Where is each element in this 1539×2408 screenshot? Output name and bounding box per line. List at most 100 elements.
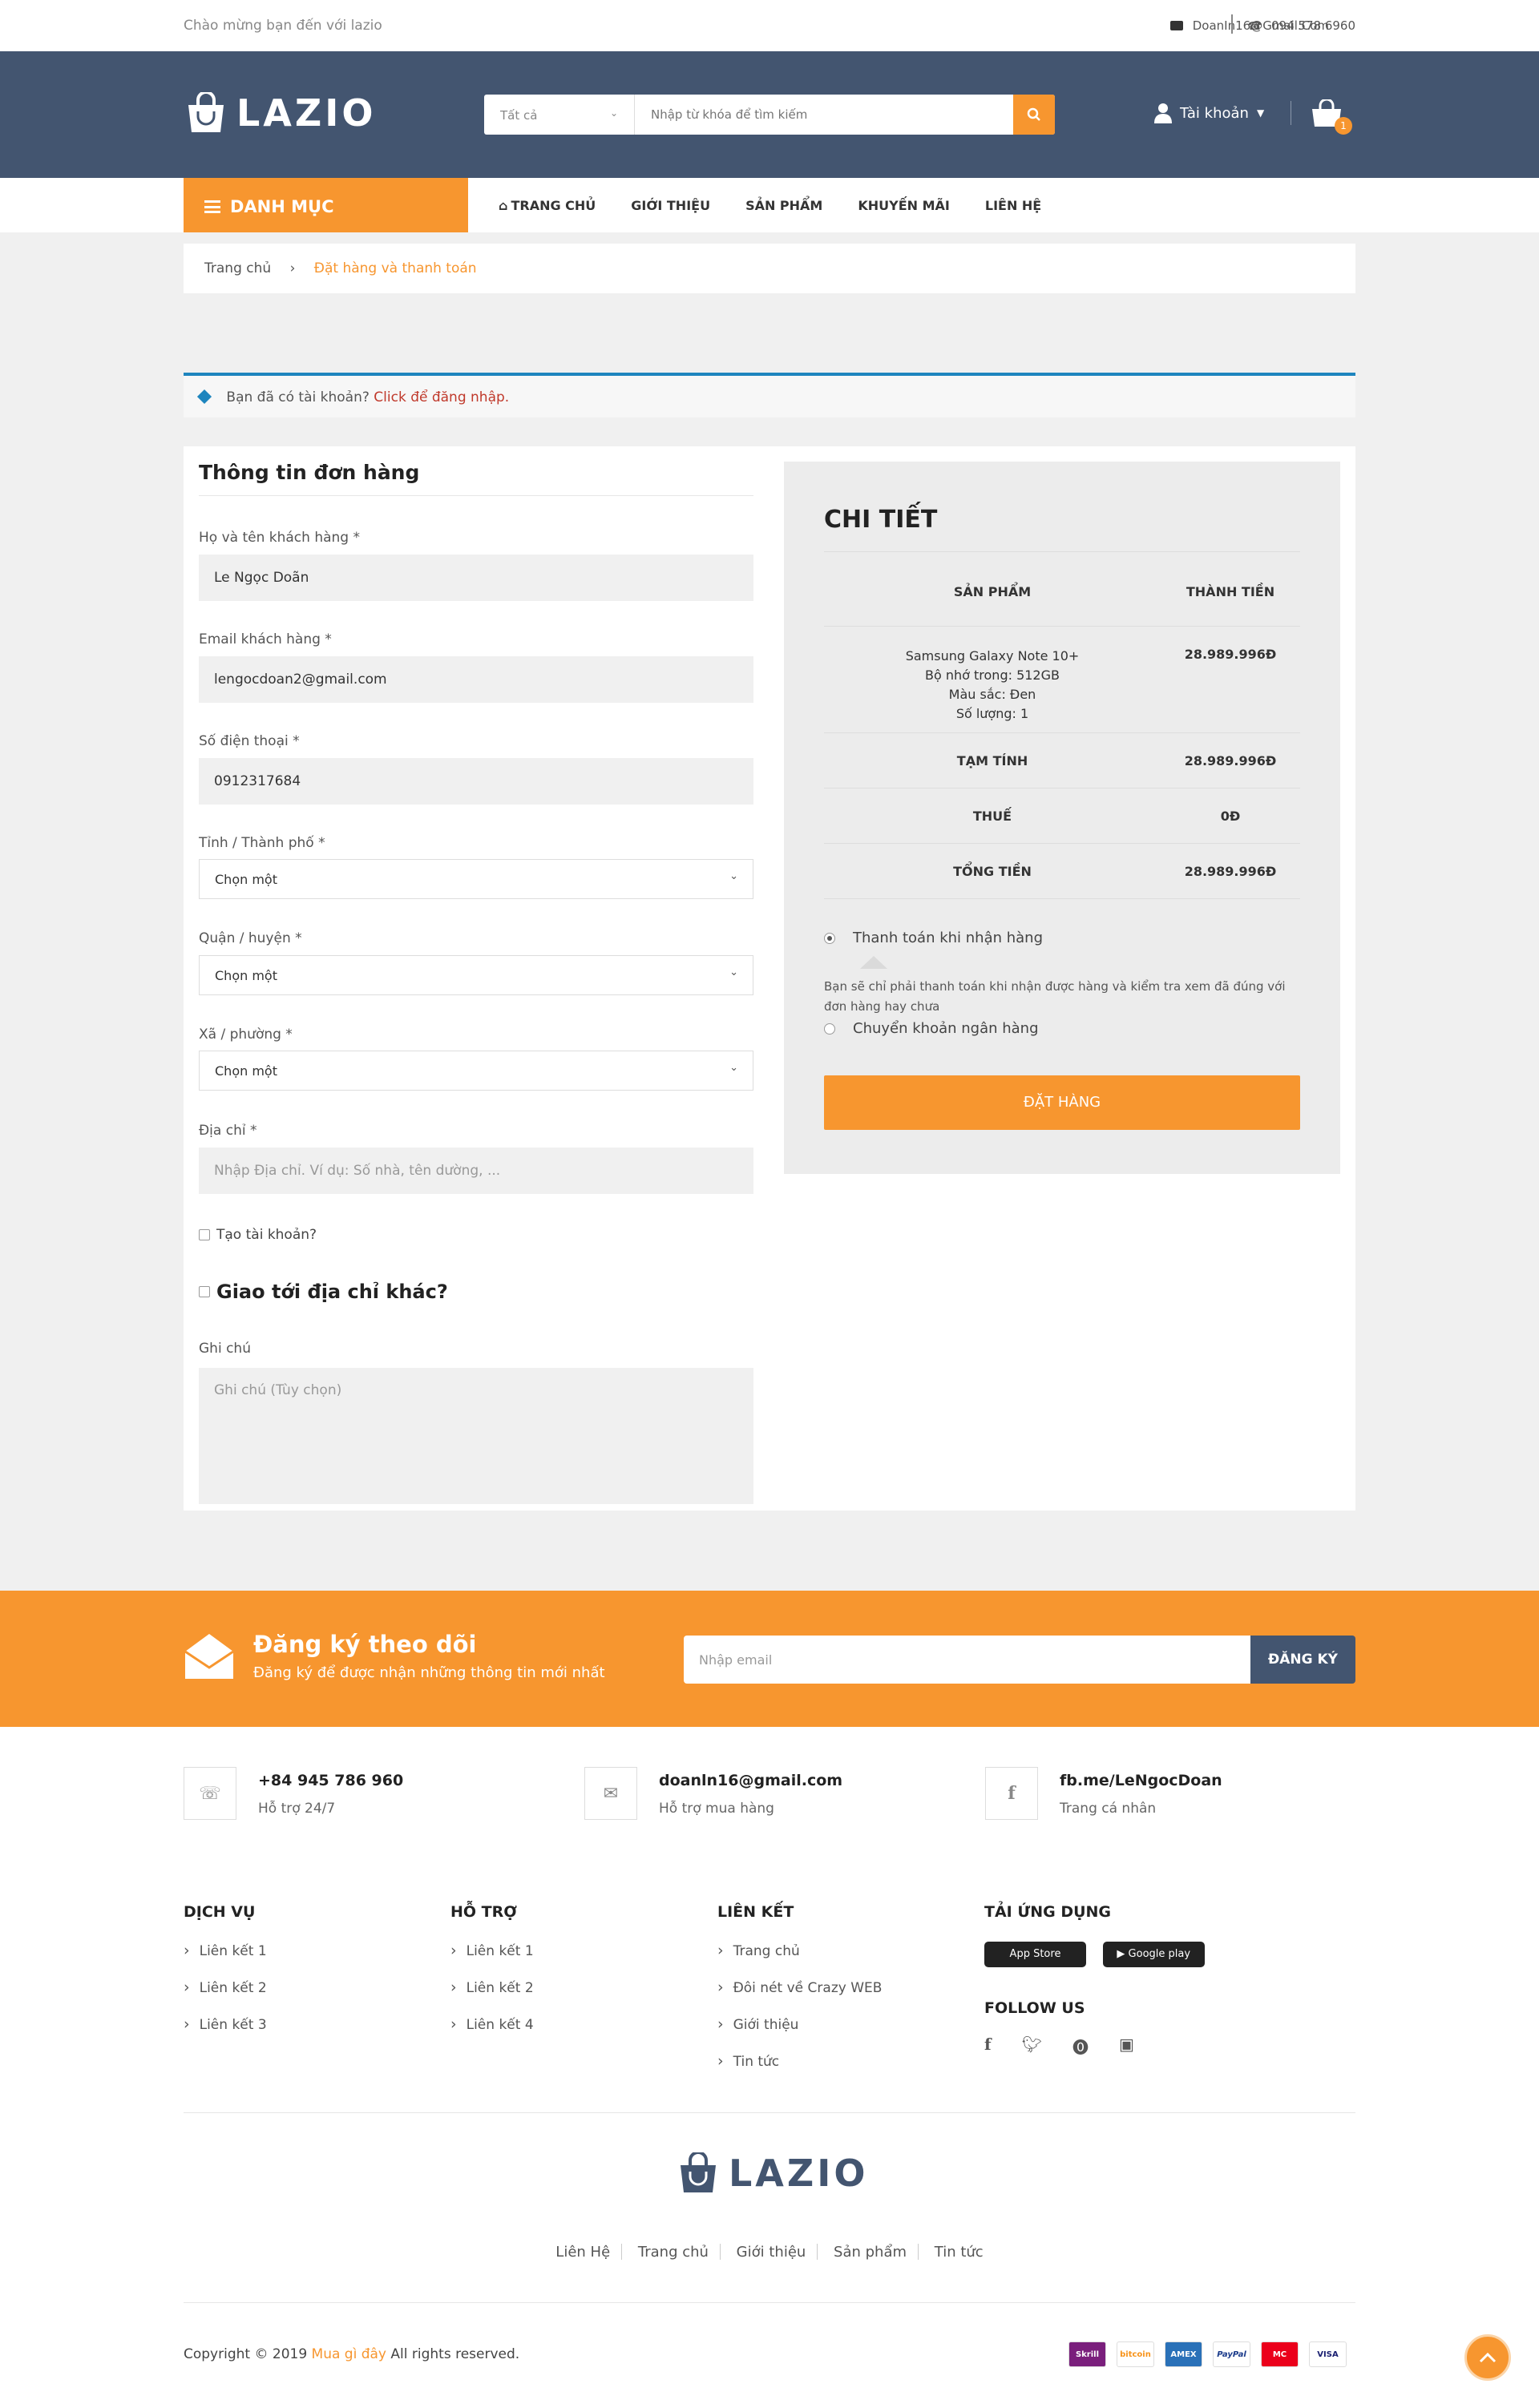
address-field[interactable]: Nhập Địa chỉ. Ví dụ: Số nhà, tên dường, … [199,1148,753,1194]
email-label: Email khách hàng * [199,631,332,647]
footer-col-apps: TẢI ỨNG DỤNG App Store ▶ Google play FOL… [984,1903,1217,2058]
district-label: Quận / huyện * [199,930,302,946]
contact-email: ✉ doanln16@gmail.com Hỗ trợ mua hàng [584,1767,842,1820]
tax-row: THUẾ 0Đ [824,789,1300,844]
footer-bottom-link[interactable]: Tin tức [935,2244,984,2261]
chevron-up-icon [1479,2352,1497,2363]
create-account-checkbox[interactable]: Tạo tài khoản? [199,1227,317,1243]
pinterest-icon[interactable]: ⓿ [1072,2035,1089,2058]
app-store-badge[interactable]: App Store [984,1942,1086,1967]
footer-bottom-links: Liên Hệ Trang chủ Giới thiệu Sản phẩm Ti… [0,2244,1539,2261]
facebook-icon[interactable]: f [984,2035,992,2058]
search-category-select[interactable]: Tất cả ⌄ [484,95,635,135]
main-nav: DANH MỤC ⌂ TRANG CHỦ GIỚI THIỆU SẢN PHẨM … [0,178,1539,232]
newsletter-subscribe-button[interactable]: ĐĂNG KÝ [1250,1636,1355,1684]
footer-link[interactable]: Tin tức [717,2052,882,2070]
youtube-icon[interactable]: ▣ [1119,2035,1134,2058]
follow-us-title: FOLLOW US [984,1999,1085,2017]
cube-icon [196,389,212,405]
search-input[interactable] [635,95,1013,135]
envelope-icon [1169,21,1183,30]
bitcoin-icon: bitcoin [1117,2341,1154,2367]
footer-divider [184,2302,1355,2303]
footer: ☏ +84 945 786 960 Hỗ trợ 24/7 ✉ doanln16@… [0,1727,1539,2408]
contact-phone: ☏ +84 945 786 960 Hỗ trợ 24/7 [184,1767,403,1820]
chevron-down-icon: ⌄ [729,870,738,882]
payment-bank-option[interactable]: Chuyển khoản ngân hàng [824,1020,1039,1037]
ship-other-checkbox[interactable]: Giao tới địa chỉ khác? [199,1281,448,1303]
name-field[interactable]: Le Ngọc Doãn [199,555,753,601]
topbar-phone[interactable]: ☎ 094 578 6960 [1248,18,1355,33]
category-menu-button[interactable]: DANH MỤC [184,178,468,232]
email-field[interactable]: lengocdoan2@gmail.com [199,656,753,703]
form-title: Thông tin đơn hàng [199,461,753,496]
newsletter-email-input[interactable]: Nhập email [684,1636,1251,1684]
ward-select[interactable]: Chọn một ⌄ [199,1051,753,1091]
footer-link[interactable]: Liên kết 1 [184,1942,267,1959]
caret-down-icon: ▼ [1256,107,1265,119]
nav-item-products[interactable]: SẢN PHẨM [745,198,822,213]
breadcrumb: Trang chủ › Đặt hàng và thanh toán [184,244,1355,293]
footer-link[interactable]: Đôi nét về Crazy WEB [717,1978,883,1996]
footer-link[interactable]: Liên kết 2 [450,1978,534,1996]
link-separator [719,2244,721,2260]
nav-item-contact[interactable]: LIÊN HỆ [985,198,1041,213]
link-separator [918,2244,919,2260]
cart-button[interactable]: 1 [1311,98,1352,135]
subtotal-row: TẠM TÍNH 28.989.996Đ [824,733,1300,789]
checkout-main: Thông tin đơn hàng Họ và tên khách hàng … [184,446,1355,1511]
address-label: Địa chỉ * [199,1123,257,1139]
play-icon: ▶ [1117,1948,1129,1960]
city-label: Tỉnh / Thành phố * [199,835,325,851]
total-row: TỔNG TIỀN 28.989.996Đ [824,844,1300,899]
district-select[interactable]: Chọn một ⌄ [199,955,753,995]
paypal-icon: PayPal [1213,2341,1250,2367]
footer-bottom-link[interactable]: Liên Hệ [555,2244,610,2261]
radio-unselected [824,1022,835,1035]
newsletter-title: Đăng ký theo dõi [253,1631,477,1658]
note-label: Ghi chú [199,1341,251,1357]
home-icon: ⌂ [499,197,508,213]
footer-link[interactable]: Liên kết 3 [184,2015,267,2033]
top-bar: Chào mừng bạn đến với lazio DoanIn16@Gma… [0,0,1539,51]
name-label: Họ và tên khách hàng * [199,530,360,546]
login-link[interactable]: Click để đăng nhập. [374,389,509,405]
footer-link[interactable]: Trang chủ [717,1942,882,1959]
copyright: Copyright © 2019 Mua gì đây All rights r… [184,2346,520,2362]
footer-link[interactable]: Liên kết 4 [450,2015,534,2033]
user-icon [1154,103,1172,123]
hamburger-icon [204,200,220,213]
back-to-top-button[interactable] [1464,2334,1511,2381]
payment-cod-option[interactable]: Thanh toán khi nhận hàng [824,930,1043,946]
nav-item-promotions[interactable]: KHUYẾN MÃI [858,198,950,213]
amex-icon: AMEX [1165,2341,1202,2367]
footer-link[interactable]: Liên kết 1 [450,1942,534,1959]
footer-bottom-link[interactable]: Giới thiệu [737,2244,806,2261]
google-play-badge[interactable]: ▶ Google play [1102,1942,1205,1967]
copyright-brand-link[interactable]: Mua gì đây [312,2346,386,2362]
note-textarea[interactable]: Ghi chú (Tùy chọn) [199,1368,753,1504]
breadcrumb-home[interactable]: Trang chủ [204,260,271,276]
mastercard-icon: MC [1261,2341,1299,2367]
city-select[interactable]: Chọn một ⌄ [199,859,753,899]
chevron-right-icon: › [289,260,296,276]
nav-item-about[interactable]: GIỚI THIỆU [631,198,710,213]
search-button[interactable] [1013,95,1055,135]
footer-link[interactable]: Liên kết 2 [184,1978,267,1996]
facebook-icon: f [985,1767,1038,1820]
twitter-icon[interactable]: 🐦︎ [1022,2035,1042,2058]
envelope-icon: ✉ [584,1767,637,1820]
footer-link[interactable]: Giới thiệu [717,2015,882,2033]
place-order-button[interactable]: ĐẶT HÀNG [824,1075,1300,1130]
nav-item-home[interactable]: ⌂ TRANG CHỦ [499,198,596,213]
footer-bottom-link[interactable]: Sản phẩm [834,2244,907,2261]
footer-logo[interactable]: LAZIO [676,2152,869,2195]
account-menu[interactable]: Tài khoản ▼ [1154,103,1264,123]
newsletter-section: Đăng ký theo dõi Đăng ký để được nhận nh… [0,1591,1539,1727]
product-row: Samsung Galaxy Note 10+ Bộ nhớ trong: 51… [824,627,1300,733]
envelope-open-icon [184,1634,234,1679]
site-logo[interactable]: LAZIO [184,91,377,135]
phone-field[interactable]: 0912317684 [199,758,753,805]
breadcrumb-current: Đặt hàng và thanh toán [313,260,477,276]
footer-bottom-link[interactable]: Trang chủ [638,2244,709,2261]
